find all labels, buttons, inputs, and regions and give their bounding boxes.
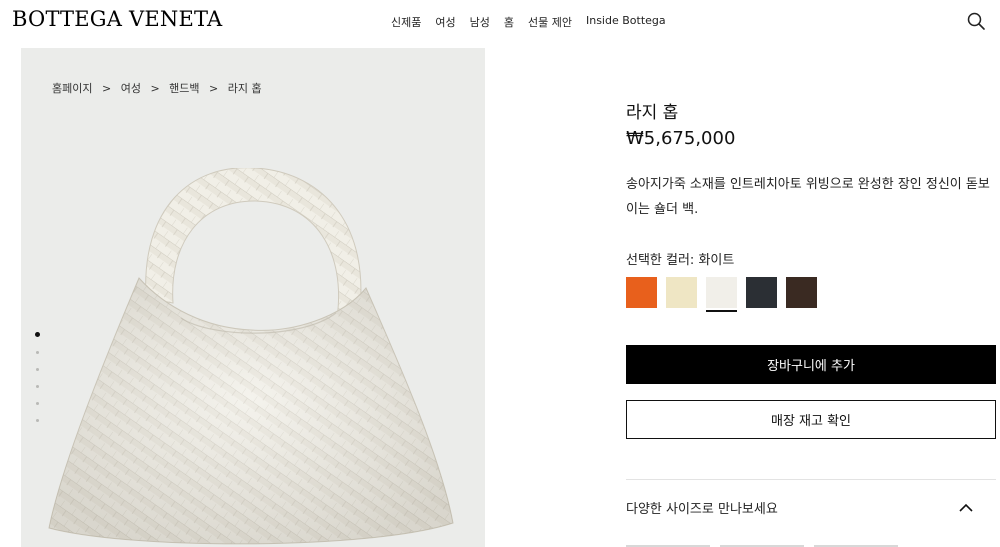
main-nav: 신제품 여성 남성 홈 선물 제안 Inside Bottega xyxy=(391,14,680,30)
breadcrumb-separator: > xyxy=(209,82,219,95)
divider xyxy=(626,479,996,480)
product-title: 라지 홉 xyxy=(626,103,679,123)
breadcrumb-home[interactable]: 홈페이지 xyxy=(52,82,92,95)
product-gallery[interactable]: 홈페이지 > 여성 > 핸드백 > 라지 홉 xyxy=(21,48,485,547)
gallery-pagination xyxy=(35,332,40,422)
check-store-stock-button[interactable]: 매장 재고 확인 xyxy=(626,400,996,439)
search-icon[interactable] xyxy=(966,11,986,31)
color-swatch-white[interactable] xyxy=(706,277,737,312)
gallery-dot[interactable] xyxy=(36,385,39,388)
selected-color-label: 선택한 컬러: 화이트 xyxy=(626,253,735,268)
breadcrumb-separator: > xyxy=(150,82,160,95)
color-swatches xyxy=(626,277,817,312)
add-to-cart-button[interactable]: 장바구니에 추가 xyxy=(626,345,996,384)
nav-gifts[interactable]: 선물 제안 xyxy=(528,14,572,30)
gallery-dot[interactable] xyxy=(36,368,39,371)
breadcrumb-current: 라지 홉 xyxy=(227,82,262,95)
nav-women[interactable]: 여성 xyxy=(435,14,455,30)
nav-inside-bottega[interactable]: Inside Bottega xyxy=(586,14,666,30)
product-image-bag xyxy=(48,168,454,545)
product-description: 송아지가죽 소재를 인트레치아토 위빙으로 완성한 장인 정신이 돋보이는 숄더… xyxy=(626,177,990,217)
color-swatch-orange[interactable] xyxy=(626,277,657,308)
gallery-dot[interactable] xyxy=(36,419,39,422)
breadcrumb-handbags[interactable]: 핸드백 xyxy=(169,82,199,95)
nav-home[interactable]: 홈 xyxy=(504,14,514,30)
sizes-accordion[interactable]: 다양한 사이즈로 만나보세요 xyxy=(626,498,996,517)
sizes-accordion-label: 다양한 사이즈로 만나보세요 xyxy=(626,502,778,517)
color-swatch-brown[interactable] xyxy=(786,277,817,308)
nav-men[interactable]: 남성 xyxy=(470,14,490,30)
breadcrumb-separator: > xyxy=(101,82,112,95)
gallery-dot[interactable] xyxy=(36,402,39,405)
chevron-up-icon[interactable] xyxy=(958,500,974,516)
color-swatch-navy[interactable] xyxy=(746,277,777,308)
color-swatch-cream[interactable] xyxy=(666,277,697,308)
brand-logo[interactable]: BOTTEGA VENETA xyxy=(12,7,222,31)
breadcrumb: 홈페이지 > 여성 > 핸드백 > 라지 홉 xyxy=(52,80,268,96)
gallery-dot-active[interactable] xyxy=(35,332,40,337)
breadcrumb-women[interactable]: 여성 xyxy=(121,82,141,95)
nav-new[interactable]: 신제품 xyxy=(391,14,421,30)
gallery-dot[interactable] xyxy=(36,351,39,354)
product-price: ₩5,675,000 xyxy=(626,128,736,149)
